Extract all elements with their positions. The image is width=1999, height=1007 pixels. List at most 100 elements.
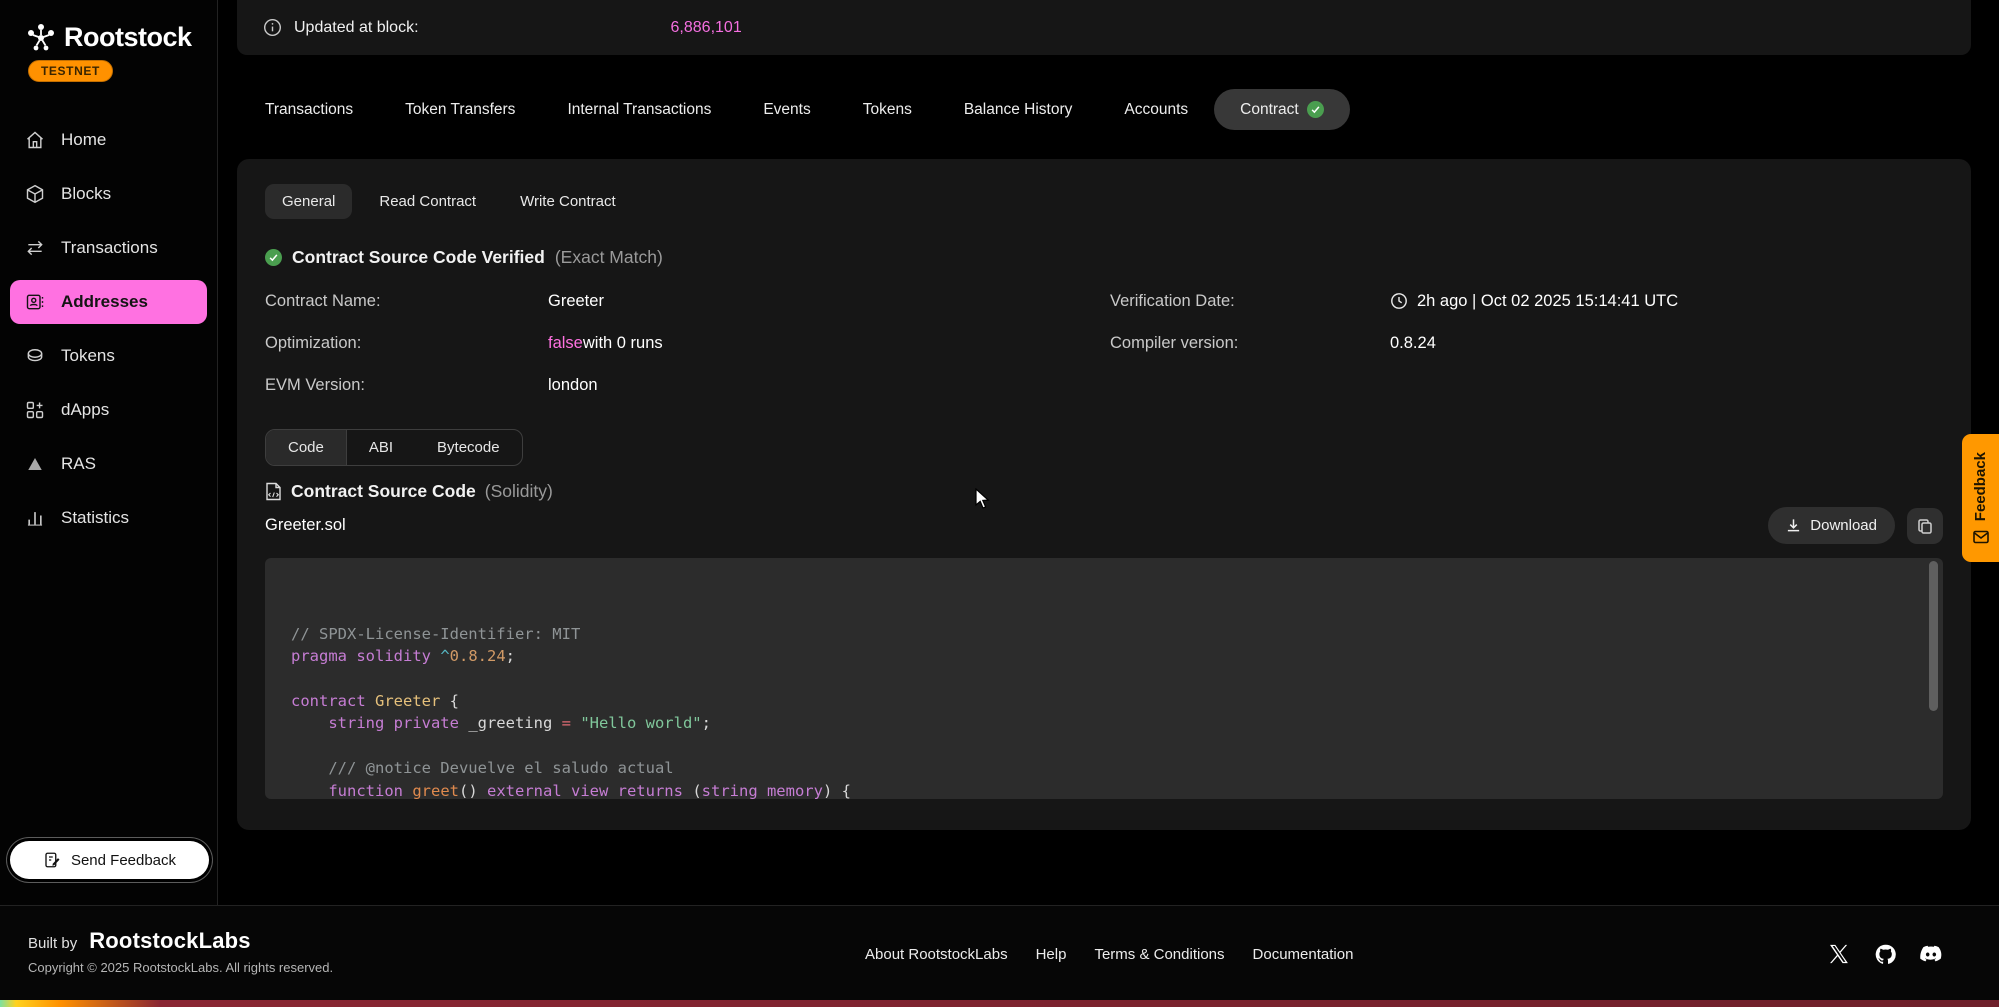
- code-view-switcher: Code ABI Bytecode: [265, 429, 523, 466]
- sidebar-item-addresses[interactable]: Addresses: [10, 280, 207, 324]
- sidebar-item-tokens[interactable]: Tokens: [10, 334, 207, 378]
- sidebar-item-ras[interactable]: RAS: [10, 442, 207, 486]
- updated-block-bar: Updated at block: 6,886,101: [237, 0, 1971, 55]
- subtab-write-contract[interactable]: Write Contract: [503, 184, 633, 219]
- code-lines: // SPDX-License-Identifier: MITpragma so…: [291, 623, 1917, 799]
- send-feedback-button[interactable]: Send Feedback: [10, 841, 209, 879]
- tab-label: Balance History: [964, 101, 1073, 119]
- optimization-suffix: with 0 runs: [583, 334, 663, 353]
- footer-link-about[interactable]: About RootstockLabs: [865, 946, 1008, 963]
- source-code-block[interactable]: // SPDX-License-Identifier: MITpragma so…: [265, 558, 1943, 799]
- verified-check-icon: [265, 249, 282, 266]
- empty-cell: [1110, 364, 1390, 406]
- rootstock-logo-icon: [26, 23, 56, 53]
- sidebar-item-label: Blocks: [61, 184, 111, 204]
- sidebar-item-transactions[interactable]: Transactions: [10, 226, 207, 270]
- triangle-icon: [24, 454, 45, 475]
- copy-icon: [1917, 518, 1933, 534]
- discord-icon[interactable]: [1919, 942, 1943, 966]
- explorer-page: Rootstock TESTNET Home Blocks: [0, 0, 1999, 1007]
- tab-label: Token Transfers: [405, 101, 515, 119]
- subtab-read-contract[interactable]: Read Contract: [362, 184, 493, 219]
- verified-row: Contract Source Code Verified (Exact Mat…: [265, 246, 1943, 268]
- source-code-title: Contract Source Code: [291, 481, 476, 502]
- updated-at-block-label: Updated at block:: [294, 19, 419, 37]
- codetab-abi[interactable]: ABI: [347, 430, 415, 465]
- clock-icon: [1390, 292, 1408, 310]
- address-tabs: Transactions Token Transfers Internal Tr…: [239, 89, 1350, 130]
- sidebar-item-statistics[interactable]: Statistics: [10, 496, 207, 540]
- tab-tokens[interactable]: Tokens: [837, 89, 938, 130]
- verification-date-text: 2h ago | Oct 02 2025 15:14:41 UTC: [1417, 292, 1678, 311]
- tab-label: Internal Transactions: [567, 101, 711, 119]
- sidebar-item-label: Statistics: [61, 508, 129, 528]
- address-card-icon: [24, 292, 45, 313]
- feedback-pencil-icon: [43, 851, 61, 869]
- evm-version-value: london: [548, 364, 1110, 406]
- tab-label: Transactions: [265, 101, 353, 119]
- tab-contract[interactable]: Contract: [1214, 89, 1350, 130]
- codetab-bytecode[interactable]: Bytecode: [415, 430, 522, 465]
- tab-internal-transactions[interactable]: Internal Transactions: [541, 89, 737, 130]
- mouse-cursor: [975, 488, 992, 510]
- subtab-label: Write Contract: [520, 193, 616, 210]
- file-actions: Download: [1768, 507, 1943, 544]
- codetab-label: Bytecode: [437, 439, 500, 456]
- contract-fields: Contract Name: Greeter Verification Date…: [265, 280, 1943, 406]
- file-row: Greeter.sol Download: [265, 507, 1943, 544]
- evm-version-label: EVM Version:: [265, 364, 548, 406]
- footer-brand: Built by RootstockLabs Copyright © 2025 …: [28, 928, 333, 975]
- footer-socials: [1827, 942, 1943, 966]
- source-code-language: (Solidity): [485, 481, 553, 502]
- tab-label: Events: [763, 101, 810, 119]
- github-icon[interactable]: [1873, 942, 1897, 966]
- footer-links: About RootstockLabs Help Terms & Conditi…: [865, 946, 1353, 963]
- sidebar-item-label: Home: [61, 130, 106, 150]
- rootstocklabs-wordmark: RootstockLabs: [89, 928, 251, 954]
- subtab-general[interactable]: General: [265, 184, 352, 219]
- built-by-label: Built by: [28, 935, 77, 952]
- coin-icon: [24, 346, 45, 367]
- codetab-label: ABI: [369, 439, 393, 456]
- contract-name-value: Greeter: [548, 280, 1110, 322]
- verified-title: Contract Source Code Verified: [292, 247, 545, 268]
- tab-events[interactable]: Events: [737, 89, 836, 130]
- file-name: Greeter.sol: [265, 516, 346, 535]
- send-feedback-label: Send Feedback: [71, 852, 176, 869]
- sidebar-item-label: Tokens: [61, 346, 115, 366]
- file-icon: [265, 482, 282, 501]
- subtab-label: Read Contract: [379, 193, 476, 210]
- verification-date-label: Verification Date:: [1110, 280, 1390, 322]
- sidebar-item-dapps[interactable]: dApps: [10, 388, 207, 432]
- codetab-code[interactable]: Code: [266, 430, 347, 465]
- tab-transactions[interactable]: Transactions: [239, 89, 379, 130]
- footer-link-terms[interactable]: Terms & Conditions: [1094, 946, 1224, 963]
- compiler-label: Compiler version:: [1110, 322, 1390, 364]
- tab-balance-history[interactable]: Balance History: [938, 89, 1099, 130]
- verified-check-icon: [1307, 101, 1324, 118]
- cube-icon: [24, 184, 45, 205]
- block-number-link[interactable]: 6,886,101: [671, 19, 742, 37]
- tab-token-transfers[interactable]: Token Transfers: [379, 89, 541, 130]
- source-code-heading: Contract Source Code (Solidity): [265, 480, 1943, 502]
- download-button[interactable]: Download: [1768, 507, 1895, 544]
- tab-accounts[interactable]: Accounts: [1098, 89, 1214, 130]
- sidebar-item-blocks[interactable]: Blocks: [10, 172, 207, 216]
- feedback-side-tab[interactable]: Feedback: [1962, 434, 1999, 562]
- copyright-text: Copyright © 2025 RootstockLabs. All righ…: [28, 960, 333, 975]
- codetab-label: Code: [288, 439, 324, 456]
- code-scrollbar-thumb[interactable]: [1929, 561, 1938, 711]
- footer-link-help[interactable]: Help: [1036, 946, 1067, 963]
- copy-button[interactable]: [1907, 508, 1943, 544]
- contract-name-label: Contract Name:: [265, 280, 548, 322]
- empty-cell: [1390, 364, 1943, 406]
- footer-link-documentation[interactable]: Documentation: [1253, 946, 1354, 963]
- x-twitter-icon[interactable]: [1827, 942, 1851, 966]
- logo-area: Rootstock TESTNET: [0, 0, 217, 82]
- sidebar-item-home[interactable]: Home: [10, 118, 207, 162]
- info-icon: [263, 18, 282, 37]
- optimization-value: false with 0 runs: [548, 322, 1110, 364]
- verified-note: (Exact Match): [555, 247, 663, 268]
- contract-panel: General Read Contract Write Contract Con…: [237, 159, 1971, 830]
- sidebar-spacer: [0, 564, 217, 841]
